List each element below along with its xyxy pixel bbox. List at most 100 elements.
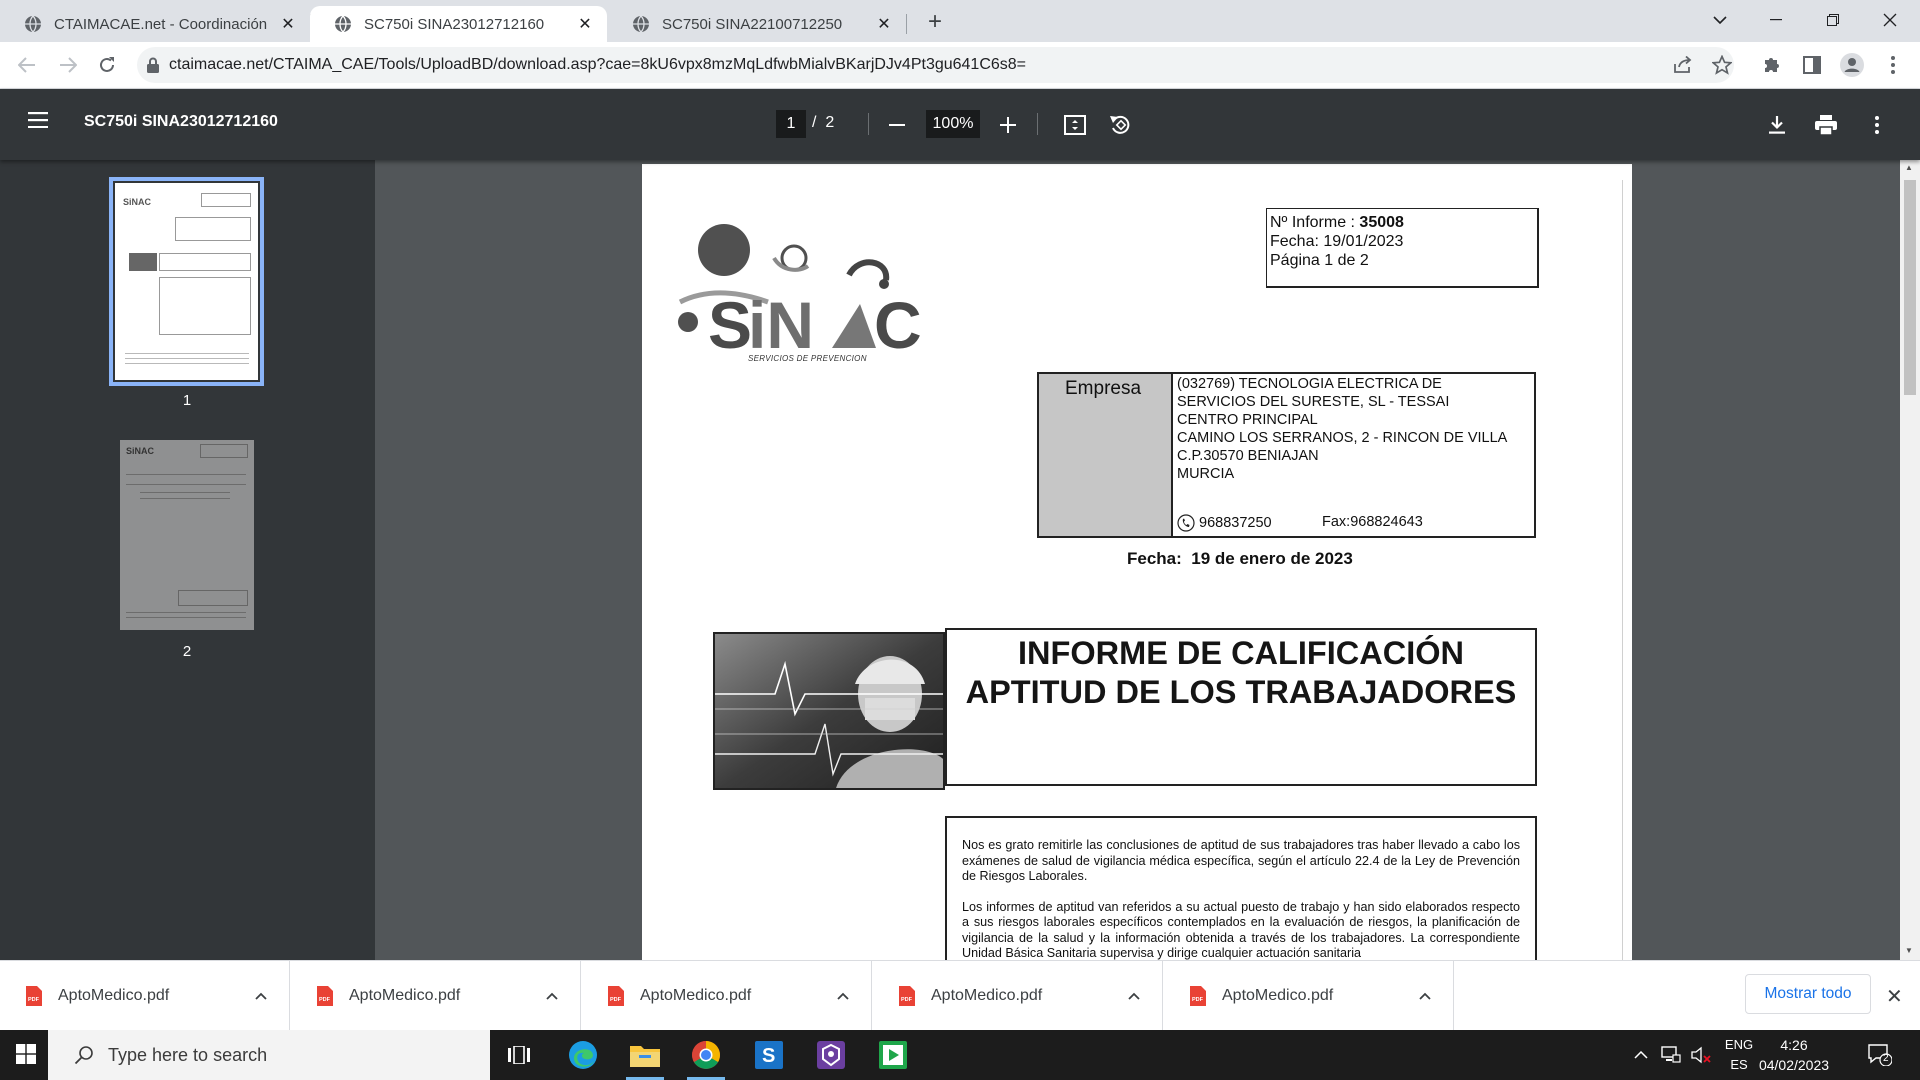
medical-photo-illustration: [715, 634, 943, 788]
download-item[interactable]: PDF AptoMedico.pdf: [0, 961, 290, 1031]
rotate-button[interactable]: [1106, 111, 1134, 139]
chrome-icon: [692, 1041, 720, 1069]
tab-sc750i-sina23012712160[interactable]: SC750i SINA23012712160 ✕: [310, 6, 607, 42]
close-window-button[interactable]: [1862, 0, 1918, 40]
avatar-icon: [1840, 53, 1864, 77]
thumbnail-line: [125, 358, 249, 359]
clock-button[interactable]: 4:26 04/02/2023: [1755, 1035, 1833, 1075]
menu-button[interactable]: [28, 112, 48, 133]
banner-photo: [713, 632, 945, 790]
minimize-button[interactable]: [1748, 0, 1804, 40]
side-panel-icon: [1803, 56, 1821, 74]
chevron-up-icon[interactable]: [1419, 992, 1431, 1000]
thumbnail-line: [126, 474, 246, 475]
thumbnail-box: [175, 217, 251, 241]
report-number-label: Nº Informe :: [1270, 214, 1360, 231]
chevron-up-icon[interactable]: [255, 992, 267, 1000]
green-app[interactable]: [866, 1030, 920, 1080]
globe-icon: [335, 15, 351, 33]
taskbar-search-box[interactable]: Type here to search: [48, 1030, 490, 1080]
download-item[interactable]: PDF AptoMedico.pdf: [291, 961, 581, 1031]
notifications-button[interactable]: 2: [1860, 1030, 1900, 1080]
share-icon: [1674, 56, 1692, 73]
reload-button[interactable]: [92, 50, 122, 80]
logo-wordmark: C: [874, 288, 922, 362]
page-number-input[interactable]: 1: [776, 110, 806, 138]
start-button[interactable]: [16, 1044, 36, 1069]
close-icon[interactable]: ✕: [874, 14, 894, 34]
chrome-menu-button[interactable]: [1880, 52, 1906, 78]
company-label: Empresa: [1065, 378, 1142, 399]
file-explorer-app[interactable]: [618, 1030, 672, 1080]
thumbnail-label: 2: [182, 643, 192, 660]
arrow-right-icon: [60, 57, 77, 73]
date-value: 19 de enero de 2023: [1191, 549, 1353, 568]
folder-icon: [630, 1046, 660, 1067]
page-thumbnail-1[interactable]: SiNAC: [109, 177, 264, 386]
report-title-line-1: INFORME DE CALIFICACIÓN: [1018, 635, 1464, 671]
vertical-scrollbar[interactable]: ▲ ▼: [1900, 160, 1920, 960]
tab-sc750i-sina22100712250[interactable]: SC750i SINA22100712250 ✕: [608, 6, 906, 42]
close-icon[interactable]: ✕: [575, 14, 595, 34]
chevron-down-icon: [1713, 15, 1727, 24]
thumbnail-box: [200, 444, 248, 458]
zoom-out-button[interactable]: [883, 111, 911, 139]
chevron-up-icon[interactable]: [1128, 992, 1140, 1000]
forward-button[interactable]: [53, 50, 83, 80]
notification-count: 2: [1883, 1053, 1889, 1064]
tab-search-button[interactable]: [1692, 0, 1748, 40]
restore-icon: [1827, 14, 1839, 26]
show-hidden-icons-button[interactable]: [1626, 1030, 1656, 1080]
report-title-box: INFORME DE CALIFICACIÓN APTITUD DE LOS T…: [945, 628, 1537, 786]
download-item[interactable]: PDF AptoMedico.pdf: [582, 961, 872, 1031]
extensions-button[interactable]: [1759, 52, 1785, 78]
thumbnail-line: [126, 484, 246, 485]
thumbnail-box: [159, 277, 251, 335]
edge-app[interactable]: [556, 1030, 610, 1080]
bookmark-button[interactable]: [1709, 52, 1735, 78]
page-count: / 2: [812, 114, 834, 132]
fit-page-button[interactable]: [1061, 111, 1089, 139]
print-button[interactable]: [1812, 111, 1840, 139]
tab-ctaimacae[interactable]: CTAIMACAE.net - Coordinación de ✕: [0, 6, 310, 42]
show-all-downloads-button[interactable]: Mostrar todo: [1745, 974, 1871, 1014]
report-number-line: Nº Informe : 35008: [1270, 213, 1534, 232]
download-item[interactable]: PDF AptoMedico.pdf: [873, 961, 1163, 1031]
restore-button[interactable]: [1805, 0, 1861, 40]
zoom-input[interactable]: 100%: [926, 110, 980, 138]
download-button[interactable]: [1763, 111, 1791, 139]
s-app[interactable]: S: [742, 1030, 796, 1080]
more-vert-icon: [1891, 56, 1895, 74]
scrollbar-thumb[interactable]: [1904, 180, 1916, 395]
network-button[interactable]: [1656, 1030, 1686, 1080]
side-panel-button[interactable]: [1799, 52, 1825, 78]
company-box: Empresa (032769) TECNOLOGIA ELECTRICA DE…: [1037, 372, 1536, 538]
zoom-in-button[interactable]: [994, 111, 1022, 139]
page-thumbnail-2[interactable]: SiNAC: [120, 440, 254, 630]
lock-icon[interactable]: [147, 57, 159, 73]
chevron-up-icon[interactable]: [546, 992, 558, 1000]
share-button[interactable]: [1670, 52, 1696, 78]
address-bar[interactable]: ctaimacae.net/CTAIMA_CAE/Tools/UploadBD/…: [137, 47, 1734, 83]
profile-button[interactable]: [1839, 52, 1865, 78]
blue-s-app-icon: S: [755, 1041, 783, 1069]
close-icon[interactable]: ✕: [1886, 984, 1903, 1009]
download-filename: AptoMedico.pdf: [1222, 987, 1334, 1004]
more-actions-button[interactable]: [1863, 111, 1891, 139]
task-view-icon: [508, 1046, 530, 1064]
purple-app[interactable]: [804, 1030, 858, 1080]
chevron-up-icon[interactable]: [837, 992, 849, 1000]
download-item[interactable]: PDF AptoMedico.pdf: [1164, 961, 1454, 1031]
pdf-file-icon: PDF: [608, 986, 624, 1006]
close-icon[interactable]: ✕: [278, 14, 298, 34]
report-info-box: Nº Informe : 35008 Fecha: 19/01/2023 Pág…: [1266, 208, 1539, 288]
new-tab-button[interactable]: +: [921, 8, 949, 36]
scroll-up-arrow[interactable]: ▲: [1905, 163, 1913, 172]
arrow-left-icon: [18, 57, 35, 73]
chrome-app[interactable]: [679, 1030, 733, 1080]
edge-icon: [569, 1041, 597, 1069]
task-view-button[interactable]: [492, 1030, 546, 1080]
scroll-down-arrow[interactable]: ▼: [1905, 946, 1913, 955]
volume-button[interactable]: [1686, 1030, 1716, 1080]
back-button[interactable]: [12, 50, 42, 80]
